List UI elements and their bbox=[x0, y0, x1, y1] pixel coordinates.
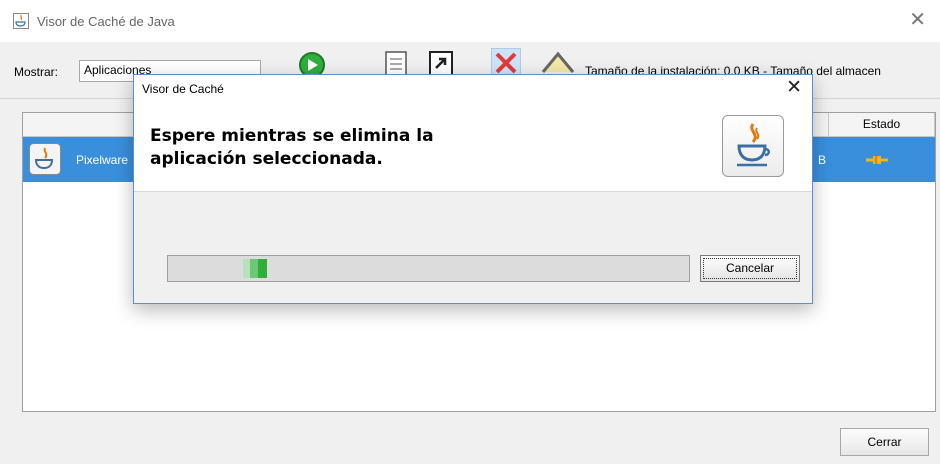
progress-bar bbox=[167, 255, 690, 282]
dialog-close-icon[interactable]: ✕ bbox=[786, 78, 802, 97]
window-title: Visor de Caché de Java bbox=[37, 14, 175, 29]
java-cup-icon bbox=[13, 13, 29, 29]
close-button[interactable]: Cerrar bbox=[840, 428, 929, 456]
dialog-message-line2: aplicación seleccionada. bbox=[150, 149, 383, 169]
table-header-status[interactable]: Estado bbox=[829, 113, 935, 137]
window-close-icon[interactable]: ✕ bbox=[909, 10, 926, 30]
java-app-icon bbox=[29, 143, 61, 175]
dialog-header: Espere mientras se elimina la aplicación… bbox=[134, 103, 812, 192]
cancel-label: Cancelar bbox=[703, 258, 797, 279]
progress-pulse-head bbox=[258, 259, 267, 278]
app-name: Pixelware bbox=[76, 153, 129, 167]
dialog-titlebar: Visor de Caché ✕ bbox=[134, 75, 812, 103]
dialog-message: Espere mientras se elimina la aplicación… bbox=[150, 125, 580, 171]
progress-dialog: Visor de Caché ✕ Espere mientras se elim… bbox=[133, 74, 813, 304]
java-logo-icon bbox=[722, 115, 784, 177]
progress-pulse-mid bbox=[250, 259, 258, 278]
window-titlebar: Visor de Caché de Java ✕ bbox=[0, 0, 940, 42]
home-icon[interactable] bbox=[541, 50, 575, 76]
plug-icon bbox=[866, 156, 888, 164]
app-size: B bbox=[818, 153, 827, 167]
cancel-button[interactable]: Cancelar bbox=[700, 255, 800, 282]
show-label: Mostrar: bbox=[14, 65, 59, 79]
progress-pulse-fade bbox=[243, 259, 250, 278]
dialog-title: Visor de Caché bbox=[142, 82, 224, 96]
dialog-message-line1: Espere mientras se elimina la bbox=[150, 126, 434, 146]
